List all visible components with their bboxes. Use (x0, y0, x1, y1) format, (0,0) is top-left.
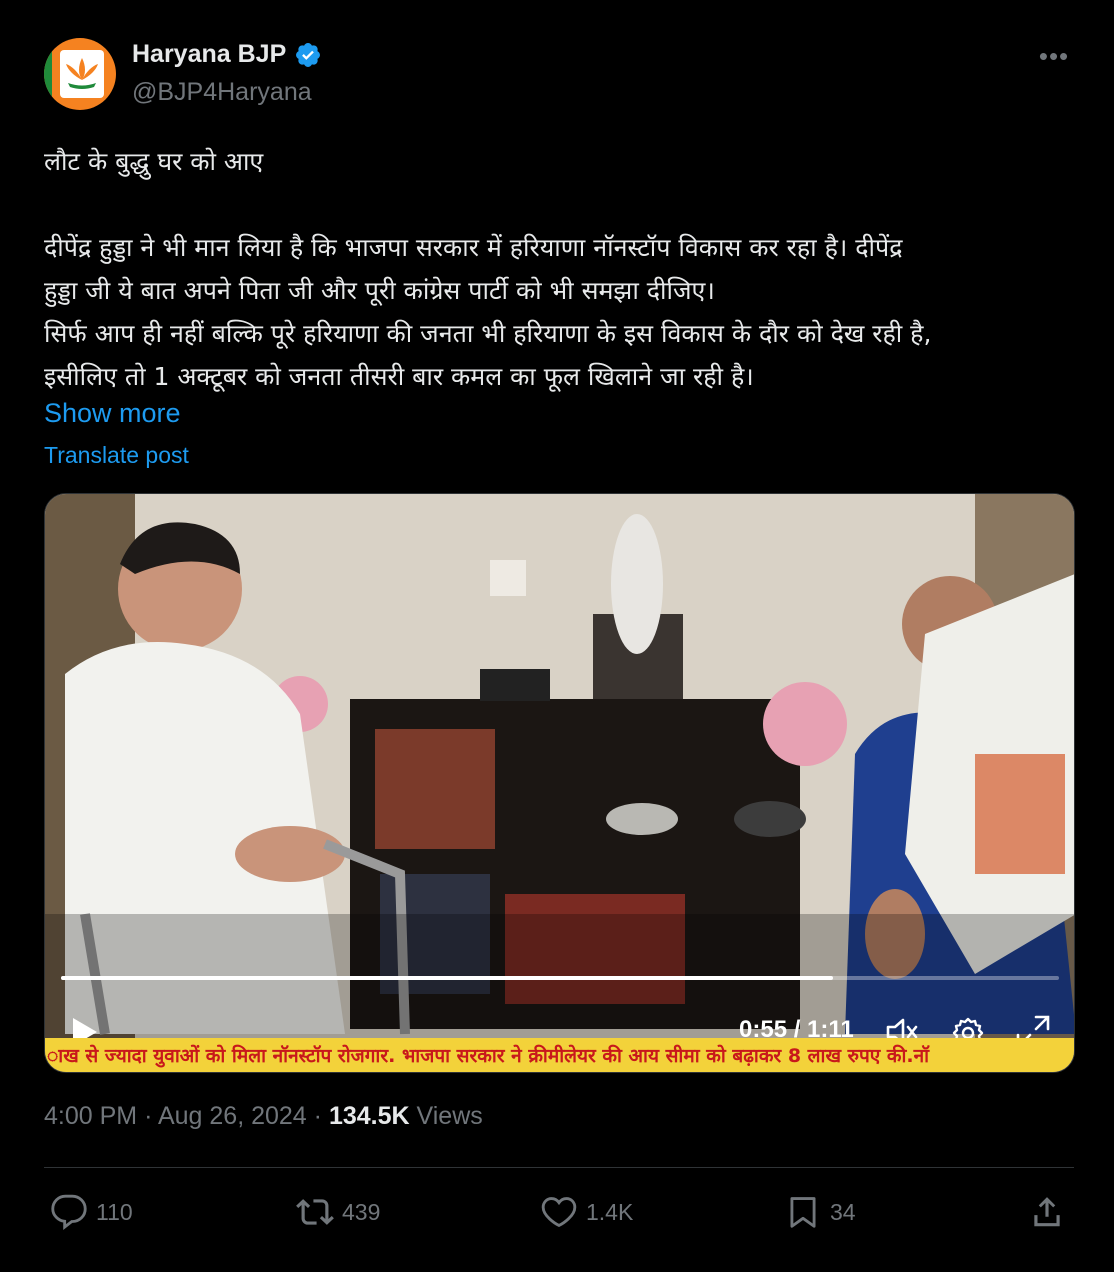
reply-count: 110 (96, 1198, 133, 1225)
translate-post-link[interactable]: Translate post (44, 442, 189, 469)
repost-button[interactable]: 439 (296, 1190, 380, 1234)
post-line: हुड्डा जी ये बात अपने पिता जी और पूरी का… (44, 276, 715, 305)
repost-icon (296, 1199, 334, 1225)
account-handle[interactable]: @BJP4Haryana (132, 78, 312, 107)
views-label: Views (416, 1102, 483, 1130)
post-header: Haryana BJP @BJP4Haryana ••• (44, 38, 1074, 110)
repost-count: 439 (342, 1198, 381, 1225)
post-text: लौट के बुद्धु घर को आए दीपेंद्र हुड्डा न… (44, 140, 1084, 398)
like-button[interactable]: 1.4K (540, 1190, 633, 1234)
video-frame (45, 494, 1074, 1072)
video-progress-bar[interactable] (61, 976, 1059, 980)
post-line: सिर्फ आप ही नहीं बल्कि पूरे हरियाणा की ज… (44, 319, 932, 348)
divider (44, 1167, 1074, 1168)
post-date[interactable]: Aug 26, 2024 (158, 1102, 307, 1130)
reply-button[interactable]: 110 (50, 1190, 133, 1234)
meta-separator: · (144, 1102, 158, 1130)
share-icon (1034, 1197, 1060, 1227)
more-options-icon[interactable]: ••• (1036, 43, 1072, 69)
bookmark-count: 34 (830, 1198, 856, 1225)
bookmark-button[interactable]: 34 (784, 1190, 856, 1234)
post-line: इसीलिए तो 1 अक्टूबर को जनता तीसरी बार कम… (44, 362, 754, 391)
post-meta: 4:00 PM · Aug 26, 2024 · 134.5K Views (44, 1102, 483, 1131)
heart-icon (541, 1197, 577, 1228)
post-line: लौट के बुद्धु घर को आए (44, 147, 264, 176)
verified-badge-icon (296, 42, 321, 67)
reply-icon (51, 1194, 87, 1230)
meta-separator: · (313, 1102, 329, 1130)
post-actions: 110 439 1.4K 34 (44, 1190, 1074, 1234)
show-more-link[interactable]: Show more (44, 398, 181, 429)
news-ticker: ाख से ज्यादा युवाओं को मिला नॉनस्टॉप रोज… (45, 1038, 1074, 1072)
video-player[interactable]: 0:55 / 1:11 ाख से ज्यादा युवाओं को मिला … (44, 493, 1075, 1073)
video-progress-fill (61, 976, 834, 980)
lotus-logo-icon (60, 50, 104, 98)
post-time[interactable]: 4:00 PM (44, 1102, 137, 1130)
account-name[interactable]: Haryana BJP (132, 40, 286, 69)
like-count: 1.4K (586, 1198, 634, 1225)
bookmark-icon (790, 1197, 816, 1228)
share-button[interactable] (1028, 1190, 1066, 1234)
avatar-flag-stripe (44, 38, 52, 110)
post-line-gap (44, 183, 1084, 226)
avatar[interactable] (44, 38, 116, 110)
post-line: दीपेंद्र हुड्डा ने भी मान लिया है कि भाज… (44, 233, 903, 262)
views-count: 134.5K (328, 1102, 410, 1130)
